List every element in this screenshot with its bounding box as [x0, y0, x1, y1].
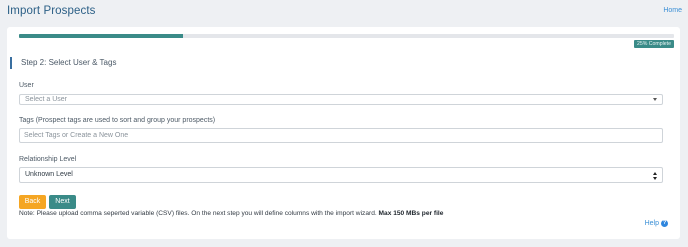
tags-input-placeholder: Select Tags or Create a New One	[24, 132, 129, 139]
tags-input[interactable]: Select Tags or Create a New One	[19, 128, 663, 143]
page-title: Import Prospects	[7, 5, 96, 17]
page-header: Import Prospects Home	[0, 0, 688, 24]
upload-note-text: Note: Please upload comma seperted varia…	[19, 210, 377, 217]
user-select[interactable]: Select a User	[19, 94, 663, 105]
relationship-select[interactable]: Unknown Level	[19, 167, 663, 183]
progress-fill	[19, 34, 183, 38]
user-select-placeholder: Select a User	[25, 96, 68, 103]
home-link[interactable]: Home	[663, 7, 682, 14]
import-card: 25% Complete Step 2: Select User & Tags …	[7, 27, 680, 239]
user-label: User	[19, 82, 34, 89]
help-label: Help	[644, 220, 659, 227]
progress-label: 25% Complete	[633, 40, 674, 48]
next-button[interactable]: Next	[49, 195, 76, 209]
help-link[interactable]: Help ?	[645, 220, 668, 227]
question-circle-icon: ?	[661, 220, 668, 227]
back-button[interactable]: Back	[19, 195, 46, 209]
progress-bar	[19, 34, 674, 38]
upload-note-limit: Max 150 MBs per file	[378, 210, 444, 217]
upload-note: Note: Please upload comma seperted varia…	[19, 210, 443, 217]
tags-label: Tags (Prospect tags are used to sort and…	[19, 117, 216, 124]
chevron-down-icon	[653, 98, 657, 101]
step-title: Step 2: Select User & Tags	[10, 57, 116, 69]
sort-arrows-icon	[653, 172, 658, 180]
relationship-label: Relationship Level	[19, 156, 77, 163]
relationship-select-value: Unknown Level	[25, 171, 73, 178]
